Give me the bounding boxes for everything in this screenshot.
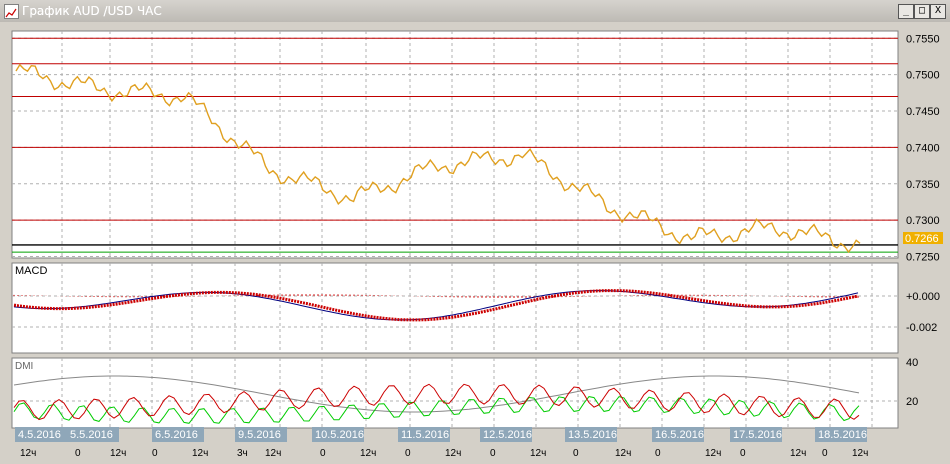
macd-panel [11,262,899,354]
date-label: 12.5.2016 [483,429,532,441]
maximize-button[interactable]: □ [914,4,930,19]
price-axis: 0.7550 0.7500 0.7450 0.7400 0.7350 0.7300 0.72… [906,33,940,263]
date-label: 9.5.2016 [238,429,281,441]
time-label: 0 [822,448,828,459]
window-title: График AUD /USD ЧАС [22,4,162,18]
time-label: 12ч [110,448,126,459]
time-label: 0 [573,448,579,459]
time-label: 0 [320,448,326,459]
date-label: 5.5.2016 [70,429,113,441]
price-panel [11,30,899,259]
date-axis: 4.5.2016 5.5.2016 6.5.2016 9.5.2016 10.5.201… [15,427,868,459]
current-price: 0.7266 [905,233,939,245]
price-tick-label: 0.7450 [906,106,940,118]
price-tick-label: 0.7550 [906,33,940,45]
price-tick-label: 0.7350 [906,179,940,191]
date-label: 4.5.2016 [18,429,61,441]
time-label: 12ч [360,448,376,459]
price-tick-label: 0.7300 [906,215,940,227]
time-label: 0 [75,448,81,459]
date-label: 10.5.2016 [315,429,364,441]
dmi-title: DMI [15,361,33,372]
date-label: 18.5.2016 [818,429,867,441]
time-label: 0 [490,448,496,459]
time-label: 0 [405,448,411,459]
time-label: 12ч [852,448,868,459]
dmi-label-20: 20 [906,396,918,408]
time-label: 3ч [237,448,248,459]
minimize-button[interactable]: _ [898,4,914,19]
date-label: 17.5.2016 [733,429,782,441]
macd-title: MACD [15,265,47,277]
time-label: 12ч [192,448,208,459]
date-label: 6.5.2016 [155,429,198,441]
time-label: 0 [740,448,746,459]
chart-app-icon [4,4,19,19]
close-button[interactable]: X [930,4,946,19]
time-label: 0 [152,448,158,459]
time-label: 12ч [445,448,461,459]
time-label: 12ч [790,448,806,459]
time-label: 12ч [530,448,546,459]
time-label: 12ч [705,448,721,459]
macd-label-neg: -0.002 [906,322,937,334]
time-label: 0 [655,448,661,459]
dmi-panel [11,357,899,429]
date-label: 13.5.2016 [568,429,617,441]
macd-label-zero: +0.000 [906,291,940,303]
dmi-label-40: 40 [906,357,918,369]
price-tick-label: 0.7500 [906,70,940,82]
time-label: 12ч [20,448,36,459]
date-label: 11.5.2016 [401,429,449,441]
price-tick-label: 0.7400 [906,142,940,154]
chart-canvas[interactable]: 0.7550 0.7500 0.7450 0.7400 0.7350 0.7300 0.72… [0,22,950,464]
time-label: 12ч [615,448,631,459]
window-titlebar: График AUD /USD ЧАС _ □ X [0,0,950,23]
date-label: 16.5.2016 [655,429,704,441]
time-label: 12ч [265,448,281,459]
price-tick-label: 0.7250 [906,252,940,264]
